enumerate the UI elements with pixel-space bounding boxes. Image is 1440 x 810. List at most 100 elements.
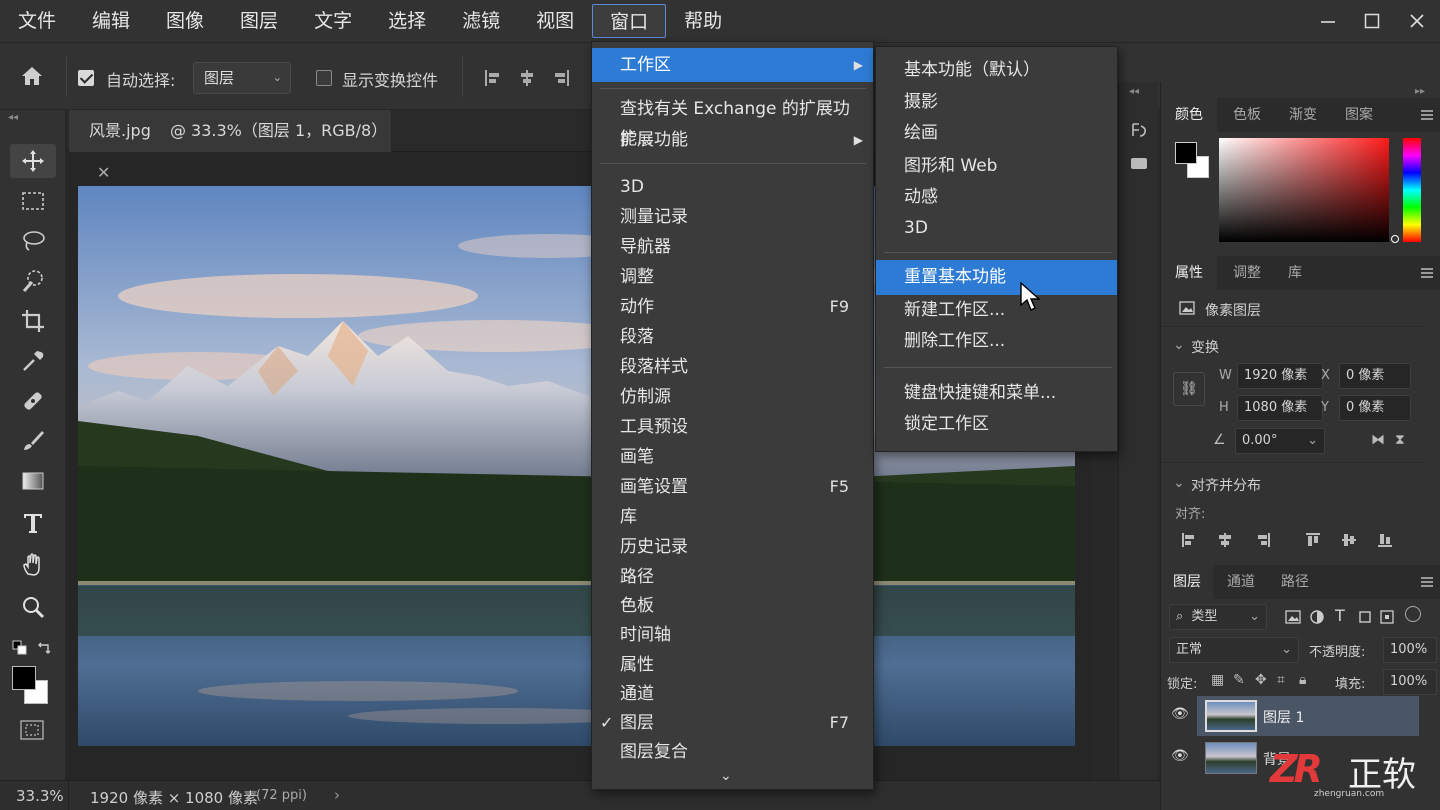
angle-field[interactable]: 0.00° ⌄ xyxy=(1235,428,1325,454)
hue-slider[interactable] xyxy=(1403,138,1421,242)
height-field[interactable]: 1080 像素 xyxy=(1237,395,1323,421)
tab-gradients[interactable]: 渐变 xyxy=(1275,98,1331,132)
menu-item-extensions[interactable]: 扩展功能 ▶ xyxy=(592,125,873,155)
filter-toggle-icon[interactable] xyxy=(1405,606,1421,622)
comments-panel-icon[interactable] xyxy=(1129,154,1149,178)
tab-channels[interactable]: 通道 xyxy=(1215,565,1267,599)
width-field[interactable]: 1920 像素 xyxy=(1237,363,1323,389)
menu-item-adjustments[interactable]: 调整 xyxy=(592,262,873,292)
align-left-edges-icon[interactable] xyxy=(1181,532,1197,548)
lock-position-icon[interactable]: ✥ xyxy=(1255,672,1267,688)
fill-field[interactable]: 100% xyxy=(1383,669,1437,695)
menu-item-layer-comps[interactable]: 图层复合 xyxy=(592,737,873,767)
zoom-level[interactable]: 33.3% xyxy=(16,787,64,805)
align-left-icon[interactable] xyxy=(484,69,502,87)
align-center-icon[interactable] xyxy=(518,69,536,87)
history-panel-icon[interactable] xyxy=(1129,120,1149,144)
menu-item-graphic-and-web[interactable]: 图形和 Web xyxy=(876,151,1117,181)
quick-mask-icon[interactable] xyxy=(20,720,44,744)
menu-item-libraries[interactable]: 库 xyxy=(592,502,873,532)
menu-item-new-workspace[interactable]: 新建工作区... xyxy=(876,295,1117,325)
auto-select-checkbox[interactable] xyxy=(78,70,94,86)
home-icon[interactable] xyxy=(20,65,44,91)
chevron-down-icon[interactable]: ⌄ xyxy=(1173,475,1185,491)
close-icon[interactable] xyxy=(1397,0,1437,42)
menu-item-actions[interactable]: 动作 F9 xyxy=(592,292,873,322)
menu-item-clone-source[interactable]: 仿制源 xyxy=(592,382,873,412)
menu-item-timeline[interactable]: 时间轴 xyxy=(592,620,873,650)
menu-item-3d-workspace[interactable]: 3D xyxy=(876,213,1117,243)
align-horizontal-centers-icon[interactable] xyxy=(1217,532,1233,548)
menu-item-measurement-log[interactable]: 测量记录 xyxy=(592,202,873,232)
document-tab[interactable]: 风景.jpg @ 33.3%（图层 1，RGB/8） ✕ xyxy=(69,110,391,182)
menu-window[interactable]: 窗口 xyxy=(592,4,667,38)
lock-all-icon[interactable]: 🔒︎ xyxy=(1299,672,1306,688)
menu-item-properties[interactable]: 属性 xyxy=(592,650,873,680)
collapse-icon[interactable]: ◂◂ xyxy=(8,112,18,123)
flip-horizontal-icon[interactable]: ⧓ xyxy=(1371,432,1385,448)
filter-pixel-icon[interactable] xyxy=(1285,609,1301,625)
brush-tool-icon[interactable] xyxy=(10,424,56,458)
menu-item-paragraph-styles[interactable]: 段落样式 xyxy=(592,352,873,382)
layer-filter-dropdown[interactable]: ⌕ 类型 ⌄ xyxy=(1169,604,1267,630)
eye-icon[interactable]: 👁︎ xyxy=(1171,706,1189,722)
chevron-down-icon[interactable]: ⌄ xyxy=(720,768,732,784)
filter-shape-icon[interactable] xyxy=(1357,609,1373,625)
menu-item-workspace[interactable]: 工作区 ▶ xyxy=(592,48,873,82)
align-top-edges-icon[interactable] xyxy=(1305,532,1321,548)
lasso-tool-icon[interactable] xyxy=(10,224,56,258)
menu-item-paths[interactable]: 路径 xyxy=(592,562,873,592)
menu-item-brushes[interactable]: 画笔 xyxy=(592,442,873,472)
menu-item-3d[interactable]: 3D xyxy=(592,172,873,202)
color-picker-handle[interactable] xyxy=(1391,235,1399,243)
eyedropper-tool-icon[interactable] xyxy=(10,344,56,378)
x-field[interactable]: 0 像素 xyxy=(1339,363,1411,389)
filter-adjustment-icon[interactable] xyxy=(1309,609,1325,625)
menu-layer[interactable]: 图层 xyxy=(222,4,296,38)
gradient-tool-icon[interactable] xyxy=(10,464,56,498)
link-icon[interactable]: ⛓ xyxy=(1173,372,1205,406)
menu-item-exchange[interactable]: 查找有关 Exchange 的扩展功能... xyxy=(592,94,873,149)
menu-type[interactable]: 文字 xyxy=(296,4,370,38)
show-transform-checkbox[interactable] xyxy=(316,70,332,86)
tab-properties[interactable]: 属性 xyxy=(1161,256,1217,290)
tab-adjustments[interactable]: 调整 xyxy=(1219,256,1275,290)
align-bottom-edges-icon[interactable] xyxy=(1377,532,1393,548)
menu-file[interactable]: 文件 xyxy=(0,4,74,38)
layer-row-layer1[interactable]: 👁︎ 图层 1 xyxy=(1161,696,1423,736)
blend-mode-dropdown[interactable]: 正常 ⌄ xyxy=(1169,637,1299,663)
chevron-down-icon[interactable]: ⌄ xyxy=(1173,337,1185,353)
tab-paths[interactable]: 路径 xyxy=(1269,565,1321,599)
zoom-tool-icon[interactable] xyxy=(10,590,56,624)
collapse-panels-icon[interactable]: ▸▸ xyxy=(1415,86,1425,97)
filter-smart-object-icon[interactable] xyxy=(1379,609,1395,625)
menu-image[interactable]: 图像 xyxy=(148,4,222,38)
foreground-color-swatch[interactable] xyxy=(1175,142,1197,164)
tab-swatches[interactable]: 色板 xyxy=(1219,98,1275,132)
move-tool-icon[interactable] xyxy=(10,144,56,178)
menu-item-keyboard-shortcuts[interactable]: 键盘快捷键和菜单... xyxy=(876,378,1117,408)
tab-patterns[interactable]: 图案 xyxy=(1331,98,1387,132)
close-tab-icon[interactable]: ✕ xyxy=(97,163,110,182)
menu-item-essentials-default[interactable]: 基本功能（默认） xyxy=(876,55,1117,85)
minimize-icon[interactable] xyxy=(1308,0,1348,42)
menu-item-painting[interactable]: 绘画 xyxy=(876,118,1117,148)
chevron-right-icon[interactable]: › xyxy=(334,786,340,804)
expand-icon[interactable]: ◂◂ xyxy=(1129,86,1139,97)
lock-transparent-icon[interactable]: ▦ xyxy=(1211,672,1224,688)
eye-icon[interactable]: 👁︎ xyxy=(1171,748,1189,764)
tab-libraries[interactable]: 库 xyxy=(1275,256,1315,290)
align-right-edges-icon[interactable] xyxy=(1255,532,1271,548)
lock-image-icon[interactable]: ✎ xyxy=(1233,672,1245,688)
crop-tool-icon[interactable] xyxy=(10,304,56,338)
tab-layers[interactable]: 图层 xyxy=(1161,565,1213,599)
swap-colors-icon[interactable] xyxy=(36,640,52,660)
menu-view[interactable]: 视图 xyxy=(518,4,592,38)
filter-type-icon[interactable]: T xyxy=(1335,606,1345,625)
maximize-icon[interactable] xyxy=(1352,0,1392,42)
tab-color[interactable]: 颜色 xyxy=(1161,98,1217,132)
menu-filter[interactable]: 滤镜 xyxy=(444,4,518,38)
menu-item-tool-presets[interactable]: 工具预设 xyxy=(592,412,873,442)
menu-item-history[interactable]: 历史记录 xyxy=(592,532,873,562)
panel-menu-icon[interactable] xyxy=(1421,577,1433,587)
